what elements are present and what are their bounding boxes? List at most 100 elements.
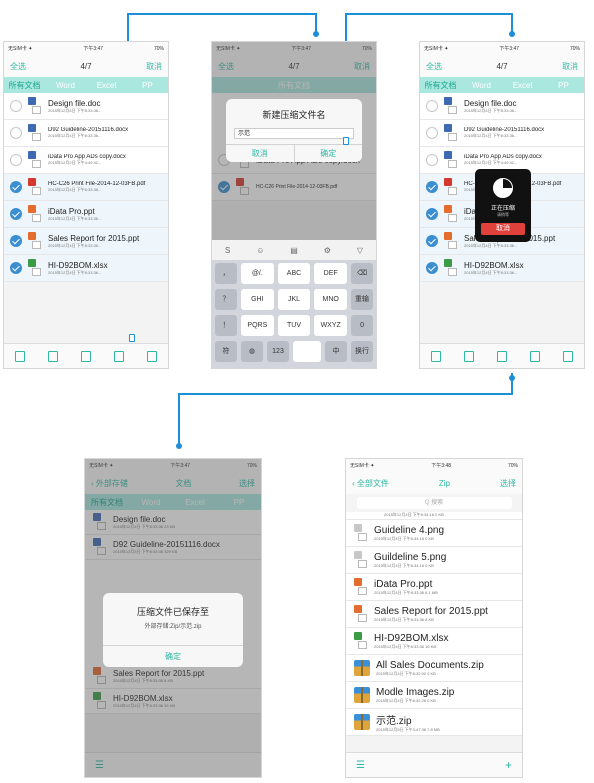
checkbox[interactable] (10, 154, 22, 166)
list-item[interactable]: Guideline 4.png 2015年12月4日 下午8:34:16 0 KB (346, 520, 522, 547)
list-item[interactable]: Guildeline 5.png 2015年12月4日 下午8:34:16 0 K… (346, 547, 522, 574)
dialog-ok-button[interactable]: 确定 (103, 645, 243, 667)
png-icon (354, 551, 368, 569)
list-item[interactable]: Sales Report for 2015.ppt2015年12月4日 下午8:… (346, 601, 522, 628)
checkbox[interactable] (426, 100, 438, 112)
tab-ppt[interactable]: PP (543, 81, 584, 90)
list-icon[interactable]: ☰ (356, 760, 365, 771)
copy-icon[interactable] (464, 350, 475, 362)
list-item[interactable]: Design file.doc 2015年12月4日 下午8:33:36... (4, 93, 168, 120)
dialog-cancel-button[interactable]: 取消 (226, 145, 295, 162)
list-item[interactable]: HI-D92BOM.xlsx 2015年12月4日 下午8:33:36 16 KB (346, 628, 522, 655)
key[interactable]: 0 (351, 314, 374, 336)
archive-name-input[interactable]: 示范 (234, 128, 354, 139)
key[interactable]: ！ (215, 314, 237, 336)
cancel-button[interactable]: 取消 (562, 61, 578, 72)
list-item[interactable]: HI-D92BOM.xlsx 2015年12月4日 下午8:33:36... (420, 255, 584, 282)
checkbox[interactable] (10, 208, 22, 220)
checkbox[interactable] (426, 127, 438, 139)
space-key[interactable] (293, 340, 321, 362)
lang-key[interactable]: 中 (325, 340, 347, 362)
tab-excel[interactable]: Excel (86, 81, 127, 90)
tab-word[interactable]: Word (461, 81, 502, 90)
list-item[interactable]: HC-C26 Print File-2014-12-03FB.pdf2015年1… (4, 174, 168, 201)
cancel-button[interactable]: 取消 (146, 61, 162, 72)
connector-dot (176, 443, 182, 449)
number-key[interactable]: 123 (267, 340, 289, 362)
copy-icon[interactable] (48, 350, 59, 362)
toolbar (4, 343, 168, 368)
key[interactable]: PQRS (241, 314, 274, 336)
key[interactable]: WXYZ (314, 314, 348, 336)
key[interactable]: ， (215, 262, 237, 284)
list-item[interactable]: Design file.doc 2015年12月4日 下午8:33:36... (420, 93, 584, 120)
emoji-icon[interactable]: ☺ (256, 246, 264, 255)
checkbox[interactable] (10, 127, 22, 139)
checkbox[interactable] (426, 208, 438, 220)
checkbox[interactable] (10, 262, 22, 274)
compress-icon[interactable] (113, 350, 124, 362)
checkbox[interactable] (426, 181, 438, 193)
checkbox[interactable] (10, 235, 22, 247)
key[interactable]: MNO (314, 288, 348, 310)
search-input[interactable]: Q 搜索 (356, 497, 512, 509)
list-item[interactable]: 示范.zip 2015年12月9日 下午3:47:36 7.8 MB (346, 709, 522, 736)
backspace-key[interactable]: ⌫ (351, 262, 374, 284)
select-button[interactable]: 选择 (500, 478, 516, 489)
import-icon[interactable] (431, 350, 442, 362)
key[interactable]: @/. (241, 262, 274, 284)
reset-key[interactable]: 重输 (351, 288, 374, 310)
tab-all[interactable]: 所有文档 (420, 80, 461, 91)
list-item[interactable]: iData Pro App ADs copy.docx 2015年12月2日 下午… (4, 147, 168, 174)
doc-icon (28, 151, 42, 169)
select-all-button[interactable]: 全选 (10, 61, 26, 72)
tab-word[interactable]: Word (45, 81, 86, 90)
tab-ppt[interactable]: PP (127, 81, 168, 90)
compress-icon[interactable] (529, 350, 540, 362)
key[interactable]: JKL (277, 288, 311, 310)
key[interactable]: DEF (314, 262, 348, 284)
list-item[interactable]: iData Pro.ppt 2015年12月4日 下午8:33:36 8.1 MB (346, 574, 522, 601)
share-icon[interactable] (80, 350, 91, 362)
clock: 下午3:48 (431, 463, 452, 469)
hud-cancel-button[interactable]: 取消 (481, 223, 525, 235)
file-meta: 2015年12月4日 下午8:33:36... (48, 269, 102, 275)
add-icon[interactable]: + (505, 758, 512, 772)
globe-icon[interactable]: ◍ (241, 340, 263, 362)
list-item[interactable]: Modle Images.zip 2015年12月4日 下午8:32:28 0 K… (346, 682, 522, 709)
list-item[interactable]: iData Pro.ppt2015年12月4日 下午8:33:36... (4, 201, 168, 228)
checkbox[interactable] (10, 181, 22, 193)
return-key[interactable]: 换行 (351, 340, 373, 362)
trash-icon[interactable] (562, 350, 573, 362)
list-item[interactable]: HI-D92BOM.xlsx 2015年12月4日 下午8:33:36... (4, 255, 168, 282)
list-item[interactable]: D92 Guideline-20151116.docx 2015年12月4日 下午… (4, 120, 168, 147)
share-icon[interactable] (496, 350, 507, 362)
import-icon[interactable] (15, 350, 26, 362)
checkbox[interactable] (426, 262, 438, 274)
saved-dialog: 压缩文件已保存至 外部存储:Zip/示范.zip 确定 (103, 593, 243, 667)
select-all-button[interactable]: 全选 (426, 61, 442, 72)
checkbox[interactable] (10, 100, 22, 112)
key[interactable]: ？ (215, 288, 237, 310)
tab-all[interactable]: 所有文档 (4, 80, 45, 91)
key[interactable]: TUV (277, 314, 311, 336)
file-meta: 2015年12月9日 下午3:47:36 7.8 MB (376, 726, 440, 732)
checkbox[interactable] (426, 235, 438, 247)
clock: 下午3:47 (499, 46, 520, 52)
key[interactable]: GHI (241, 288, 274, 310)
back-button[interactable]: ‹ 全部文件 (352, 478, 389, 489)
list-item[interactable]: Sales Report for 2015.ppt2015年12月4日 下午8:… (4, 228, 168, 255)
settings-icon[interactable]: ⚙ (324, 246, 331, 255)
checkbox[interactable] (426, 154, 438, 166)
file-meta: 2015年12月4日 下午8:33:36... (48, 133, 102, 138)
list-item[interactable]: D92 Guideline-20151116.docx 2015年12月4日 下午… (420, 120, 584, 147)
key[interactable]: ABC (277, 262, 311, 284)
trash-icon[interactable] (146, 350, 157, 362)
list-item[interactable]: All Sales Documents.zip 2015年12月4日 下午8:32… (346, 655, 522, 682)
dialog-ok-button[interactable]: 确定 (295, 145, 363, 162)
keyboard-icon[interactable]: ▤ (290, 246, 298, 255)
sogou-icon[interactable]: S (225, 246, 230, 255)
symbol-key[interactable]: 符 (215, 340, 237, 362)
tab-excel[interactable]: Excel (502, 81, 543, 90)
hide-keyboard-icon[interactable]: ▽ (357, 246, 363, 255)
